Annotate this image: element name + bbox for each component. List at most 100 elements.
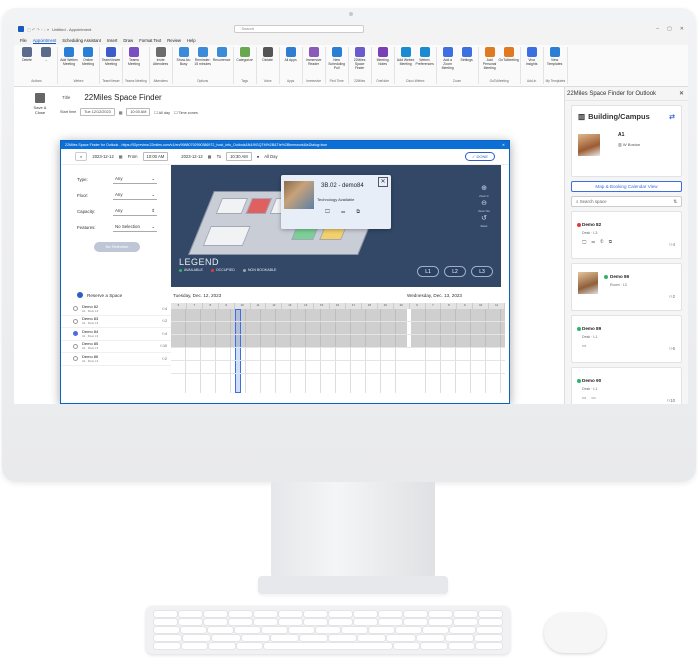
reset-icon[interactable]: ↺ Reset <box>477 213 491 228</box>
time-cells[interactable] <box>171 309 505 393</box>
level-l1-button[interactable]: L1 <box>417 266 439 277</box>
features-select[interactable]: No Selection ⌄ <box>113 223 157 232</box>
menu-review[interactable]: Review <box>167 38 181 43</box>
quick-access-icons[interactable]: ▢ ↶ ↷ ↑ ↓ ▾ <box>27 27 49 32</box>
ribbon-button[interactable]: Add Webex Meeting <box>397 47 415 79</box>
zoom-in-icon[interactable]: ⊕ Zoom In <box>477 183 491 198</box>
start-date-input[interactable]: Tue 12/12/2023 <box>80 108 115 116</box>
capacity-select[interactable]: Any ⇕ <box>113 207 157 216</box>
window-controls[interactable]: – ▢ ✕ <box>656 26 684 32</box>
space-card[interactable]: Demo 90 Desk · L1 ▭ ▭ ⚇10 <box>571 367 682 404</box>
room-radio[interactable] <box>73 318 78 324</box>
panel-close-icon[interactable]: ✕ <box>679 90 688 97</box>
to-time-select[interactable]: 10:30 AM <box>226 152 252 161</box>
ribbon-button[interactable]: New Scheduling Poll <box>328 47 346 79</box>
start-time-input[interactable]: 10:00 AM <box>126 108 151 116</box>
ribbon-button[interactable]: Add a Zoom Meeting <box>439 47 457 79</box>
filter-capacity: Capacity: Any ⇕ <box>77 207 157 216</box>
map-room[interactable] <box>202 226 251 246</box>
menu-file[interactable]: File <box>20 38 27 43</box>
search-box[interactable]: Search <box>234 25 365 33</box>
level-l3-button[interactable]: L3 <box>471 266 493 277</box>
room-row[interactable]: Demo 83 A1 · Floor L3 ⚇2 <box>61 316 171 328</box>
minimize-icon[interactable]: – <box>656 26 659 32</box>
ribbon-button[interactable]: Add Webex Meeting <box>60 47 78 79</box>
ribbon-button[interactable]: Webex Preferences <box>415 47 434 79</box>
ribbon-button[interactable]: Reminder: 15 minutes <box>194 47 212 79</box>
dialog-close-icon[interactable]: ✕ <box>502 141 509 149</box>
room-row[interactable]: Demo 82 A1 · Floor L3 ⚇4 <box>61 303 171 316</box>
space-card[interactable]: Demo 82 Desk · L3 🖵 ▭ ✆ ⧉ ⚇4 <box>571 211 682 259</box>
reserve-space-button[interactable]: Reserve a Space <box>61 292 171 298</box>
ribbon-button[interactable]: Invite Attendees <box>152 47 170 79</box>
from-calendar-icon[interactable]: ▦ <box>119 154 123 159</box>
done-button[interactable]: ✓ DONE <box>464 152 495 161</box>
room-row[interactable]: Demo 85 A1 · Floor L3 ⚇10 <box>61 341 171 353</box>
search-icon[interactable]: ⌕ <box>75 152 88 161</box>
from-time-select[interactable]: 10:00 AM <box>142 152 169 161</box>
floor-select[interactable]: Any ⌄ <box>113 191 157 200</box>
swap-icon[interactable]: ⇄ <box>669 113 675 121</box>
to-date[interactable]: 2023-12-12 <box>181 154 202 159</box>
close-icon[interactable]: ✕ <box>680 26 684 32</box>
search-space-input[interactable]: ⌕ Search space ⇅ <box>571 196 682 207</box>
level-l2-button[interactable]: L2 <box>444 266 466 277</box>
room-radio[interactable] <box>73 331 78 337</box>
zoom-out-icon[interactable]: ⊖ Zoom Out <box>477 198 491 213</box>
ribbon-button-icon <box>354 47 365 57</box>
ribbon-button[interactable]: Delete <box>18 47 36 79</box>
map-room[interactable] <box>215 198 249 214</box>
time-zones-button[interactable]: ☐ Time zones <box>174 110 198 115</box>
space-card[interactable]: Demo 86 Room · L3 ⚇2 <box>571 263 682 311</box>
room-row[interactable]: Demo 84 A1 · Floor L3 ⚇4 <box>61 328 171 341</box>
ribbon-button[interactable]: → <box>37 47 55 79</box>
filter-icon[interactable]: ⇅ <box>673 197 681 206</box>
ribbon-button[interactable]: View Templates <box>546 47 564 79</box>
free-cells[interactable] <box>171 347 505 393</box>
from-date[interactable]: 2023-12-12 <box>92 154 113 159</box>
menu-draw[interactable]: Draw <box>123 38 133 43</box>
title-input[interactable]: 22Miles Space Finder <box>84 93 161 102</box>
map-room[interactable] <box>245 198 273 214</box>
all-day-toggle[interactable]: ● <box>257 154 260 159</box>
no-selection-button[interactable]: No Selection <box>94 242 140 252</box>
type-select[interactable]: Any ⌄ <box>113 175 157 184</box>
title-label: Title <box>62 95 71 100</box>
menu-help[interactable]: Help <box>187 38 196 43</box>
all-day-checkbox[interactable]: ☐ All day <box>154 110 170 115</box>
menu-scheduling[interactable]: Scheduling Assistant <box>62 38 101 43</box>
ribbon-button[interactable]: 22Miles Space Finder <box>351 47 369 79</box>
room-radio[interactable] <box>73 306 78 312</box>
map-calendar-button[interactable]: Map & Booking Calendar View <box>571 181 682 192</box>
ribbon-button[interactable]: Online Meeting <box>79 47 97 79</box>
room-row[interactable]: Demo 86 A1 · Floor L3 ⚇2 <box>61 353 171 366</box>
room-radio[interactable] <box>73 356 78 362</box>
menu-format-text[interactable]: Format Text <box>139 38 161 43</box>
ribbon-button[interactable]: Teams Meeting <box>125 47 143 79</box>
ribbon-button[interactable]: Viva Insights <box>523 47 541 79</box>
calendar-icon[interactable]: ▦ <box>119 110 123 115</box>
ribbon-button[interactable]: Add Personal Meeting <box>481 47 499 79</box>
save-close-button[interactable]: Save & Close <box>28 93 52 119</box>
to-calendar-icon[interactable]: ▦ <box>208 154 212 159</box>
maximize-icon[interactable]: ▢ <box>667 26 672 32</box>
menu-appointment[interactable]: Appointment <box>32 38 57 44</box>
ribbon-group: Meeting Notes OneNote <box>374 47 395 84</box>
ribbon-button[interactable]: TeamViewer Meeting <box>102 47 120 79</box>
ribbon-button[interactable]: Recurrence <box>213 47 231 79</box>
ribbon-button[interactable]: Immersive Reader <box>305 47 323 79</box>
time-grid[interactable]: 6 7 8 9 10 11 12 13 14 15 16 17 18 19 20 6 7 8 9 10 11 <box>171 303 506 393</box>
space-card[interactable]: Demo 89 Desk · L1 ▭ ⚇6 <box>571 315 682 363</box>
ribbon-button[interactable]: Show As: Busy <box>175 47 193 79</box>
ribbon-button[interactable]: All Apps <box>282 47 300 79</box>
ribbon-button[interactable]: Dictate <box>259 47 277 79</box>
menu-insert[interactable]: Insert <box>107 38 117 43</box>
floor-map[interactable]: 3B.02 - demo84 Technology Available 🖵 ▭ … <box>171 165 501 287</box>
ribbon-button[interactable]: Meeting Notes <box>374 47 392 79</box>
ribbon-button[interactable]: GoToMeeting <box>499 47 519 79</box>
popup-close-icon[interactable]: ✕ <box>378 177 388 187</box>
space-desc: Room · L3 <box>610 283 627 287</box>
room-radio[interactable] <box>73 343 78 349</box>
ribbon-button[interactable]: Categorize <box>236 47 254 79</box>
ribbon-button[interactable]: Settings <box>458 47 476 79</box>
